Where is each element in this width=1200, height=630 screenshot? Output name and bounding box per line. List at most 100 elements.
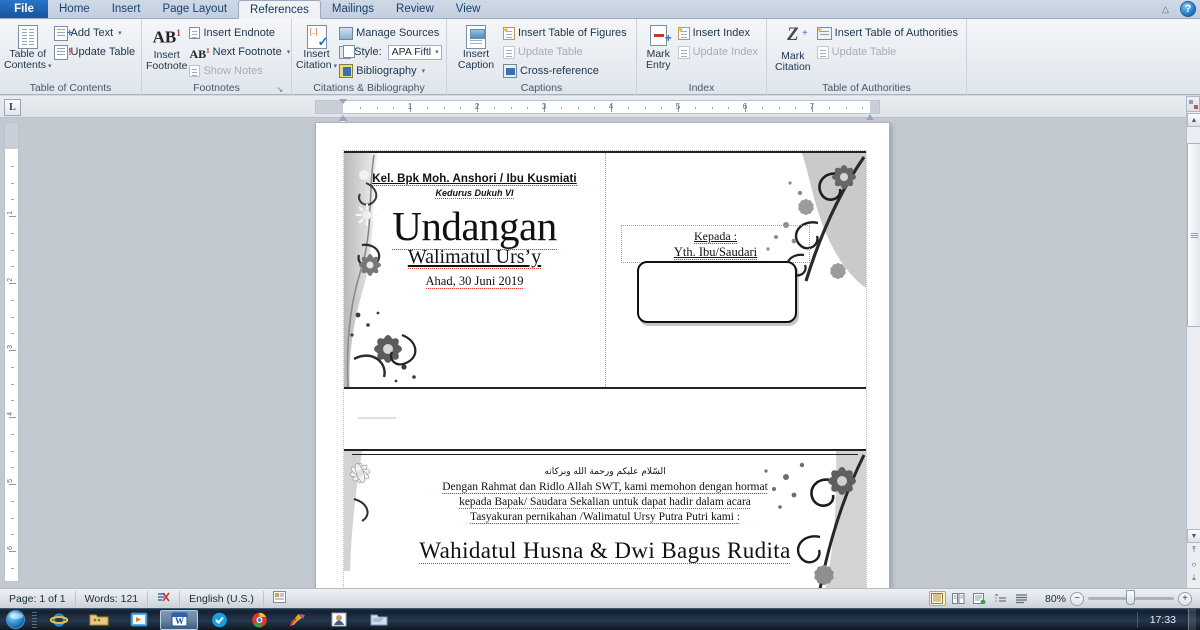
- tab-stop-selector[interactable]: L: [4, 99, 21, 116]
- zoom-level-label[interactable]: 80%: [1045, 593, 1066, 605]
- table-of-contents-button[interactable]: Table of Contents ▾: [4, 22, 52, 72]
- taskbar-item-internet-explorer[interactable]: [40, 610, 78, 630]
- tab-insert[interactable]: Insert: [101, 0, 152, 18]
- insert-endnote-button[interactable]: Insert Endnote: [187, 24, 294, 42]
- vruler-tick: [11, 333, 14, 335]
- tab-page-layout[interactable]: Page Layout: [151, 0, 238, 18]
- ruler-number: 6: [742, 102, 748, 111]
- taskbar-clock[interactable]: 17:33: [1144, 614, 1182, 626]
- status-bar: Page: 1 of 1 Words: 121 English (U.S.) 8…: [0, 588, 1200, 608]
- insert-table-of-figures-button[interactable]: ✦ Insert Table of Figures: [501, 24, 631, 42]
- zoom-in-button[interactable]: +: [1178, 591, 1192, 606]
- insert-caption-button[interactable]: Insert Caption: [451, 22, 501, 71]
- outline-view-button[interactable]: [992, 591, 1009, 606]
- show-notes-button[interactable]: Show Notes: [187, 62, 294, 80]
- vertical-scrollbar[interactable]: ▲ ▼ ⤒ ○ ⤓: [1186, 96, 1200, 588]
- horizontal-ruler[interactable]: 1 2 3 4 5 6 7: [315, 99, 880, 125]
- scrollbar-thumb[interactable]: [1187, 143, 1200, 327]
- ruler-tick: [376, 107, 378, 109]
- next-footnote-button[interactable]: AB1 Next Footnote ▾: [187, 43, 294, 61]
- group-label-table-of-authorities: Table of Authorities: [822, 82, 911, 94]
- tab-mailings[interactable]: Mailings: [321, 0, 385, 18]
- select-browse-object-button[interactable]: ○: [1187, 557, 1200, 571]
- insert-index-button[interactable]: ✦ Insert Index: [676, 24, 762, 42]
- tab-review[interactable]: Review: [385, 0, 445, 18]
- scroll-down-button[interactable]: ▼: [1187, 529, 1200, 543]
- update-table-captions-button[interactable]: Update Table: [501, 43, 631, 61]
- ribbon-controls: △ ?: [1158, 1, 1196, 17]
- taskbar-item-design-app[interactable]: [280, 610, 318, 630]
- taskbar-item-windows-explorer[interactable]: [80, 610, 118, 630]
- tab-references[interactable]: References: [238, 0, 321, 19]
- taskbar-item-photo-viewer[interactable]: [320, 610, 358, 630]
- update-table-authorities-button[interactable]: Update Table: [815, 43, 962, 61]
- update-table-toc-button[interactable]: ! Update Table: [52, 43, 140, 61]
- invitation-card-back: السّلام عليكم ورحمة الله وبركاته Dengan …: [344, 449, 866, 588]
- proofing-status[interactable]: [148, 590, 181, 607]
- manage-sources-button[interactable]: Manage Sources: [337, 24, 446, 42]
- tab-file[interactable]: File: [0, 0, 48, 18]
- draft-view-button[interactable]: [1013, 591, 1030, 606]
- start-button[interactable]: [1, 609, 29, 630]
- zoom-slider-track[interactable]: [1088, 590, 1174, 605]
- addressed-to-value: Yth. Ibu/Saudari: [673, 245, 758, 260]
- addressed-to-box: Kepada : Yth. Ibu/Saudari: [621, 225, 810, 263]
- vertical-ruler[interactable]: 1 2 3 4 5 6: [4, 122, 19, 582]
- show-desktop-button[interactable]: [1188, 609, 1196, 630]
- taskbar-item-google-chrome[interactable]: [240, 610, 278, 630]
- vruler-tick: [11, 433, 14, 435]
- full-screen-reading-view-button[interactable]: [950, 591, 967, 606]
- vruler-number: 6: [7, 546, 14, 550]
- word-count[interactable]: Words: 121: [76, 590, 149, 607]
- previous-page-button[interactable]: ⤒: [1187, 543, 1200, 557]
- taskbar-item-blue-circle-app[interactable]: [200, 610, 238, 630]
- insert-table-of-figures-label: Insert Table of Figures: [518, 27, 627, 39]
- insert-table-of-authorities-button[interactable]: ✦ Insert Table of Authorities: [815, 24, 962, 42]
- vruler-major-tick: [9, 484, 16, 485]
- macro-recording-button[interactable]: [264, 591, 295, 607]
- cross-reference-icon: [503, 64, 517, 78]
- mark-citation-button[interactable]: Z + Mark Citation: [771, 22, 815, 73]
- zoom-slider-handle[interactable]: [1126, 590, 1135, 605]
- ruler-tick: [644, 107, 646, 109]
- zoom-out-button[interactable]: −: [1070, 591, 1084, 606]
- gap-rule: [358, 417, 396, 419]
- add-text-button[interactable]: + Add Text ▾: [52, 24, 140, 42]
- vruler-tick: [11, 467, 14, 469]
- tab-view[interactable]: View: [445, 0, 492, 18]
- tab-home[interactable]: Home: [48, 0, 101, 18]
- mark-entry-icon: +: [649, 25, 672, 46]
- print-layout-view-button[interactable]: [928, 591, 946, 606]
- insert-endnote-icon: [189, 27, 201, 39]
- insert-footnote-button[interactable]: AB1 Insert Footnote: [146, 22, 187, 72]
- cross-reference-button[interactable]: Cross-reference: [501, 62, 631, 80]
- select-browse-object-icon[interactable]: [1186, 96, 1200, 112]
- footnotes-dialog-launcher[interactable]: ↘: [275, 84, 285, 95]
- taskbar-item-microsoft-word[interactable]: W: [160, 609, 198, 630]
- scroll-up-button[interactable]: ▲: [1187, 113, 1200, 127]
- bibliography-button[interactable]: Bibliography ▾: [337, 62, 446, 80]
- page-text-area[interactable]: Kel. Bpk Moh. Anshori / Ibu Kusmiati Ked…: [343, 150, 867, 588]
- mark-entry-button[interactable]: + Mark Entry: [641, 22, 676, 71]
- taskbar-item-media-player[interactable]: [120, 610, 158, 630]
- first-line-indent-marker[interactable]: [339, 99, 347, 104]
- ruler-tick: [627, 107, 629, 109]
- next-page-button[interactable]: ⤓: [1187, 571, 1200, 585]
- update-index-button[interactable]: Update Index: [676, 43, 762, 61]
- ruler-tick: [661, 107, 663, 109]
- update-table-icon: !: [53, 44, 72, 60]
- page-indicator[interactable]: Page: 1 of 1: [0, 590, 76, 607]
- right-indent-marker[interactable]: [866, 114, 874, 120]
- language-indicator[interactable]: English (U.S.): [180, 590, 264, 607]
- insert-citation-button[interactable]: ✓ Insert Citation▾: [296, 22, 337, 72]
- captions-commands: ✦ Insert Table of Figures Update Table C…: [501, 22, 631, 80]
- table-of-contents-label: Table of Contents ▾: [4, 48, 52, 71]
- citation-style-combobox[interactable]: APA Fiftl ▾: [387, 44, 442, 60]
- help-icon[interactable]: ?: [1180, 1, 1196, 17]
- minimize-ribbon-icon[interactable]: △: [1158, 2, 1173, 17]
- document-page[interactable]: Kel. Bpk Moh. Anshori / Ibu Kusmiati Ked…: [315, 122, 890, 588]
- web-layout-view-button[interactable]: [971, 591, 988, 606]
- add-text-caret-icon: ▾: [118, 30, 122, 37]
- taskbar-item-file-manager[interactable]: [360, 610, 398, 630]
- zoom-slider[interactable]: [1088, 590, 1174, 605]
